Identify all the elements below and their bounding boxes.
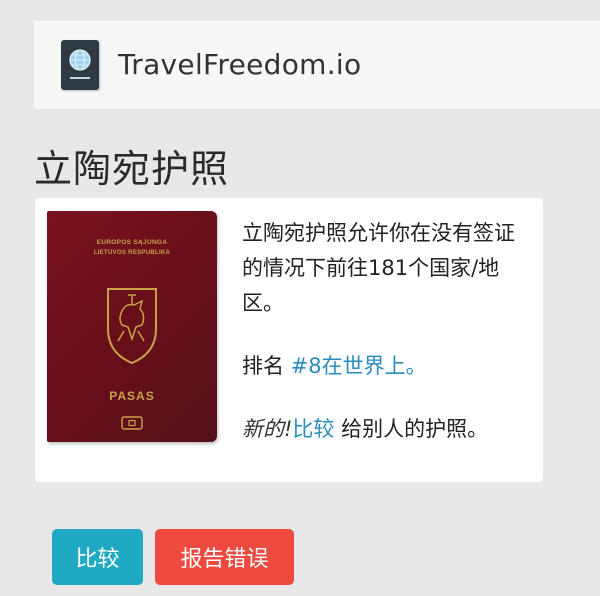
passport-cover-line1: EUROPOS SĄJUNGA [96,239,168,246]
rank-prefix: 排名 [242,354,284,378]
passport-cover-image: EUROPOS SĄJUNGA LIETUVOS RESPUBLIKA PASA… [47,211,217,442]
passport-card: EUROPOS SĄJUNGA LIETUVOS RESPUBLIKA PASA… [35,198,543,482]
site-name[interactable]: TravelFreedom.io [118,48,361,81]
page-title: 立陶宛护照 [34,147,230,191]
new-tag: 新的! [242,417,293,441]
passport-cover-word: PASAS [109,389,155,403]
report-error-button[interactable]: 报告错误 [155,529,294,585]
compare-link[interactable]: 比较 [292,417,334,441]
compare-line: 新的!比较 给别人的护照。 [242,413,488,443]
biometric-chip-icon [121,416,143,430]
compare-button[interactable]: 比较 [52,529,143,585]
compare-suffix: 给别人的护照。 [334,417,489,441]
passport-icon[interactable] [61,40,99,90]
passport-description: 立陶宛护照允许你在没有签证的情况下前往181个国家/地区。 [242,221,515,315]
site-header: TravelFreedom.io [34,21,600,109]
page: TravelFreedom.io 立陶宛护照 EUROPOS SĄJUNGA L… [0,0,600,596]
ranking-line: 排名 #8在世界上。 [242,350,427,380]
coat-of-arms-icon [107,288,157,365]
rank-link[interactable]: #8在世界上。 [291,354,427,378]
passport-cover-line2: LIETUVOS RESPUBLIKA [93,250,171,256]
